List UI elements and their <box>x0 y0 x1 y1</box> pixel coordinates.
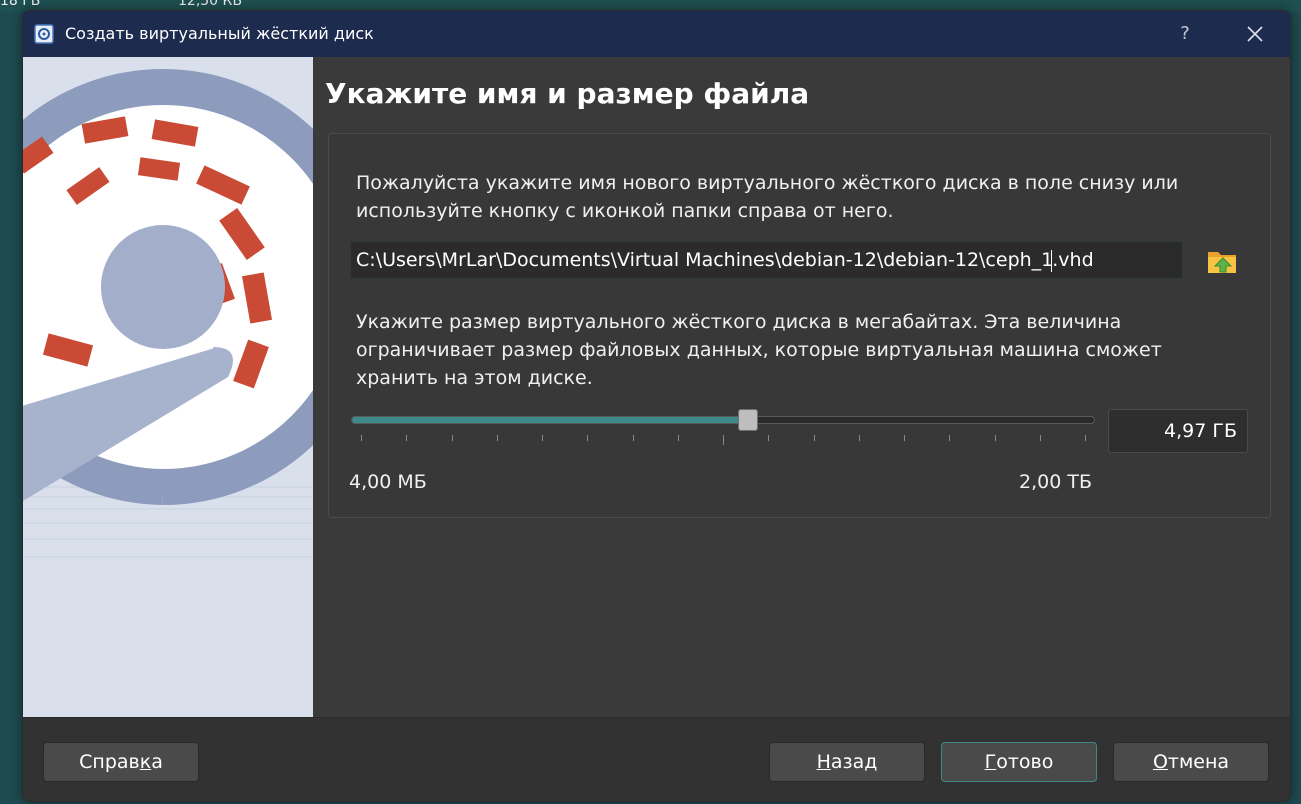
background-size-text-2: 12,50 КБ <box>178 0 243 9</box>
slider-tick <box>1085 435 1086 441</box>
back-button[interactable]: Назад <box>769 742 925 782</box>
app-disk-icon <box>34 24 54 44</box>
create-virtual-disk-dialog: Создать виртуальный жёсткий диск ? Укажи… <box>22 10 1291 802</box>
slider-tick <box>723 435 724 445</box>
slider-tick <box>406 435 408 441</box>
slider-fill <box>352 417 749 423</box>
slider-tick <box>768 435 770 441</box>
slider-tick <box>1039 435 1041 441</box>
slider-tick <box>587 435 589 441</box>
help-button-bottom[interactable]: Справка <box>43 742 199 782</box>
file-path-extension: .vhd <box>1052 249 1094 271</box>
file-path-input[interactable]: C:\Users\MrLar\Documents\Virtual Machine… <box>350 241 1183 279</box>
slider-tick <box>361 435 362 441</box>
slider-tick <box>994 435 996 441</box>
file-location-description: Пожалуйста укажите имя нового виртуально… <box>356 172 1179 222</box>
finish-button[interactable]: Готово <box>941 742 1097 782</box>
slider-tick <box>542 435 543 441</box>
size-description: Укажите размер виртуального жёсткого дис… <box>356 311 1162 389</box>
background-size-text: 18 ГБ <box>0 0 41 9</box>
slider-tick <box>496 435 498 441</box>
size-slider[interactable] <box>351 409 1095 453</box>
folder-icon[interactable] <box>1205 243 1241 279</box>
slider-handle[interactable] <box>738 409 759 431</box>
size-value-field[interactable]: 4,97 ГБ <box>1108 409 1248 453</box>
button-bar: Справка Назад Готово Отмена <box>23 717 1290 801</box>
file-path-text: C:\Users\MrLar\Documents\Virtual Machine… <box>356 249 1054 271</box>
slider-tick <box>813 435 815 441</box>
cancel-button[interactable]: Отмена <box>1113 742 1269 782</box>
slider-tick <box>858 435 860 441</box>
help-button[interactable]: ? <box>1171 11 1199 57</box>
slider-tick <box>451 435 453 441</box>
slider-max-label: 2,00 ТБ <box>1019 471 1092 493</box>
hard-disk-illustration <box>23 57 313 717</box>
window-title: Создать виртуальный жёсткий диск <box>65 24 374 43</box>
title-bar[interactable]: Создать виртуальный жёсткий диск ? <box>23 11 1290 57</box>
slider-tick <box>904 435 905 441</box>
slider-tick <box>632 435 634 441</box>
slider-tick <box>677 435 679 441</box>
page-title: Укажите имя и размер файла <box>325 77 810 110</box>
slider-tick <box>949 435 951 441</box>
slider-min-label: 4,00 МБ <box>349 471 427 493</box>
close-icon[interactable] <box>1233 11 1277 57</box>
